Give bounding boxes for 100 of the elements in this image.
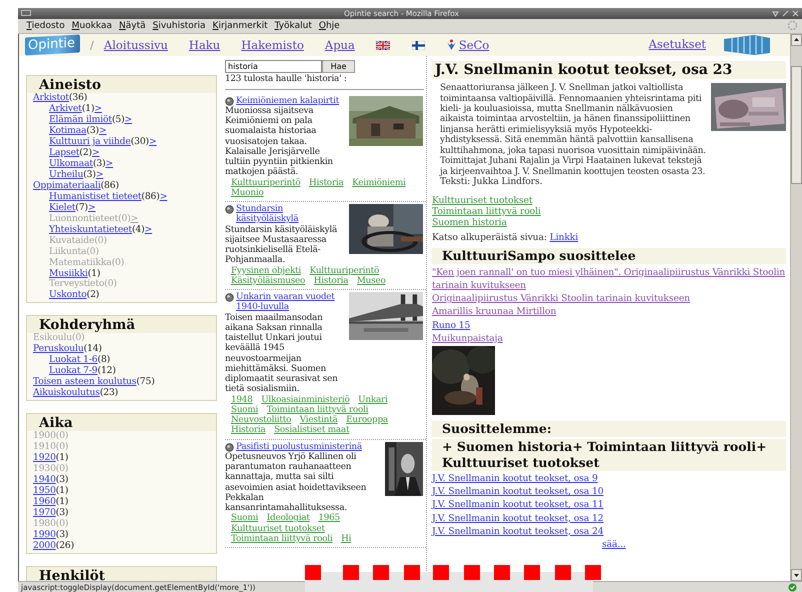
- nav-link[interactable]: Aloitussivu: [104, 38, 168, 52]
- window-menu-icon[interactable]: [21, 10, 31, 16]
- tag-link[interactable]: Sosialistiset maat: [274, 425, 350, 436]
- tag-link[interactable]: 1965: [318, 513, 340, 524]
- expand-link[interactable]: >: [88, 202, 96, 213]
- recommendation-link[interactable]: Originaalipiirustus Vänrikki Stoolin tarinain kuvitukseen: [432, 292, 690, 306]
- finnish-flag-icon[interactable]: [412, 40, 425, 50]
- category-link[interactable]: 1960: [33, 496, 56, 507]
- expand-link[interactable]: >: [92, 147, 100, 158]
- suggestion-link[interactable]: J.V. Snellmanin kootut teokset, osa 9: [432, 472, 598, 486]
- seco-logo-icon[interactable]: [446, 39, 456, 52]
- expand-link[interactable]: >: [98, 125, 107, 136]
- category-link[interactable]: 1940: [33, 474, 56, 485]
- settings-link[interactable]: Asetukset: [648, 37, 706, 52]
- more-link[interactable]: sää...: [602, 538, 626, 552]
- expand-link[interactable]: >: [96, 168, 104, 180]
- menu-item[interactable]: Työkalut: [271, 20, 316, 31]
- menu-item[interactable]: Näytä: [116, 20, 150, 31]
- expand-link[interactable]: >: [94, 103, 102, 114]
- tag-link[interactable]: Suomen historia: [432, 218, 507, 229]
- category-link[interactable]: Ulkomaat: [49, 158, 93, 169]
- category-link[interactable]: Luokat 1-6: [49, 354, 98, 366]
- result-link[interactable]: Stundarsin käsityöläiskylä: [236, 204, 346, 225]
- category-link[interactable]: Kulttuuri ja viihde: [49, 136, 131, 148]
- expand-link[interactable]: >: [144, 224, 152, 235]
- menu-item[interactable]: Tiedosto: [23, 20, 68, 31]
- tag-link[interactable]: Suomi: [231, 513, 258, 524]
- result-link[interactable]: Pasifisti puolustusministerinä: [236, 442, 362, 452]
- category-link[interactable]: 1970: [33, 506, 56, 518]
- tag-link[interactable]: Kulttuuriperintö: [310, 266, 380, 276]
- seco-link[interactable]: SeCo: [458, 38, 490, 52]
- tag-link[interactable]: Ulkoasiainministeriö: [261, 394, 350, 405]
- search-field[interactable]: historia: [225, 60, 322, 74]
- suggestion-link[interactable]: J.V. Snellmanin kootut teokset, osa 12: [432, 512, 604, 525]
- suggestion-link[interactable]: J.V. Snellmanin kootut teokset, osa 11: [432, 498, 604, 512]
- menu-item[interactable]: Muokkaa: [68, 20, 116, 31]
- suggestion-link[interactable]: J.V. Snellmanin kootut teokset, osa 24: [432, 524, 604, 538]
- category-link[interactable]: Yhteiskuntatieteet: [49, 224, 132, 235]
- category-link[interactable]: Musiikki: [49, 268, 88, 279]
- tag-link[interactable]: Unkari: [358, 394, 388, 405]
- menu-item[interactable]: Kirjanmerkit: [209, 20, 272, 31]
- tag-link[interactable]: Kulttuuriset tuotokset: [432, 196, 532, 207]
- recommendation-link[interactable]: Muikunpaistaja: [432, 332, 503, 345]
- category-link[interactable]: Oppimateriaali: [33, 180, 101, 191]
- tag-link[interactable]: Neuvostoliitto: [231, 415, 292, 426]
- category-link[interactable]: Luokat 7-9: [49, 365, 98, 376]
- category-link[interactable]: Kielet: [49, 202, 76, 213]
- menu-item[interactable]: Sivuhistoria: [149, 20, 210, 31]
- tag-link[interactable]: Käsityöläismuseo: [231, 276, 306, 286]
- suggestion-link[interactable]: J.V. Snellmanin kootut teokset, osa 10: [432, 485, 604, 498]
- category-link[interactable]: Aikuiskoulutus: [33, 387, 100, 398]
- recommendation-link[interactable]: Runo 15: [432, 318, 470, 332]
- maximize-icon[interactable]: [782, 10, 789, 17]
- close-icon[interactable]: [792, 10, 799, 17]
- scroll-up-icon[interactable]: [791, 34, 802, 46]
- tag-link[interactable]: Toimintaan liittyvä rooli: [432, 206, 541, 218]
- minimize-icon[interactable]: [772, 10, 779, 17]
- category-link[interactable]: Kotimaa: [49, 125, 86, 136]
- tag-link[interactable]: Fyysinen objekti: [231, 266, 302, 276]
- scrollbar-thumb[interactable]: [791, 66, 802, 184]
- expand-link[interactable]: >: [160, 190, 168, 202]
- category-link[interactable]: 2000: [33, 540, 56, 551]
- tag-link[interactable]: Ideologiat: [266, 513, 310, 524]
- category-link[interactable]: 1920: [33, 452, 56, 463]
- tag-link[interactable]: Historia: [231, 425, 266, 436]
- uk-flag-icon[interactable]: [376, 40, 390, 50]
- tag-link[interactable]: Muonio: [231, 188, 264, 198]
- category-link[interactable]: Elämän ilmiöt: [49, 114, 112, 126]
- tag-link[interactable]: Viestintä: [300, 415, 338, 426]
- tag-link[interactable]: Toimintaan liittyvä rooli: [266, 404, 368, 415]
- tag-link[interactable]: Eurooppa: [346, 415, 388, 426]
- tag-link[interactable]: Hi: [341, 534, 352, 544]
- category-link[interactable]: Lapset: [49, 147, 80, 158]
- nav-link[interactable]: Hakemisto: [241, 38, 304, 52]
- nav-link[interactable]: Haku: [188, 38, 220, 52]
- tag-link[interactable]: Historia: [314, 276, 348, 286]
- tag-link[interactable]: Historia: [309, 178, 344, 188]
- scroll-down-icon[interactable]: [791, 569, 802, 582]
- tag-link[interactable]: Kulttuuriperintö: [231, 178, 300, 188]
- search-button[interactable]: Hae: [322, 60, 355, 74]
- tag-link[interactable]: Toimintaan liittyvä rooli: [231, 534, 333, 544]
- category-link[interactable]: Arkistot: [33, 92, 69, 104]
- category-link[interactable]: 1990: [33, 528, 56, 540]
- category-link[interactable]: Urheilu: [49, 168, 84, 180]
- category-link[interactable]: 1950: [33, 484, 56, 496]
- recommendation-link[interactable]: Amarillis kruunaa Mirtillon: [432, 305, 556, 318]
- category-link[interactable]: Uskonto: [49, 289, 87, 300]
- category-link[interactable]: Arkivet: [49, 103, 82, 114]
- tag-link[interactable]: Museo: [356, 276, 386, 286]
- expand-link[interactable]: >: [106, 158, 114, 169]
- menu-item[interactable]: Ohje: [315, 20, 344, 31]
- tag-link[interactable]: Suomi: [231, 404, 258, 415]
- tag-link[interactable]: 1948: [231, 394, 253, 405]
- expand-link[interactable]: >: [148, 136, 157, 148]
- nav-link[interactable]: Apua: [324, 38, 355, 52]
- tag-link[interactable]: Kulttuuriset tuotokset: [231, 524, 325, 534]
- tag-link[interactable]: Keimiöniemi: [352, 178, 406, 188]
- result-link[interactable]: Keimiöniemen kalapirtit: [236, 96, 340, 106]
- expand-link[interactable]: >: [124, 114, 132, 126]
- category-link[interactable]: Peruskoulu: [33, 343, 84, 354]
